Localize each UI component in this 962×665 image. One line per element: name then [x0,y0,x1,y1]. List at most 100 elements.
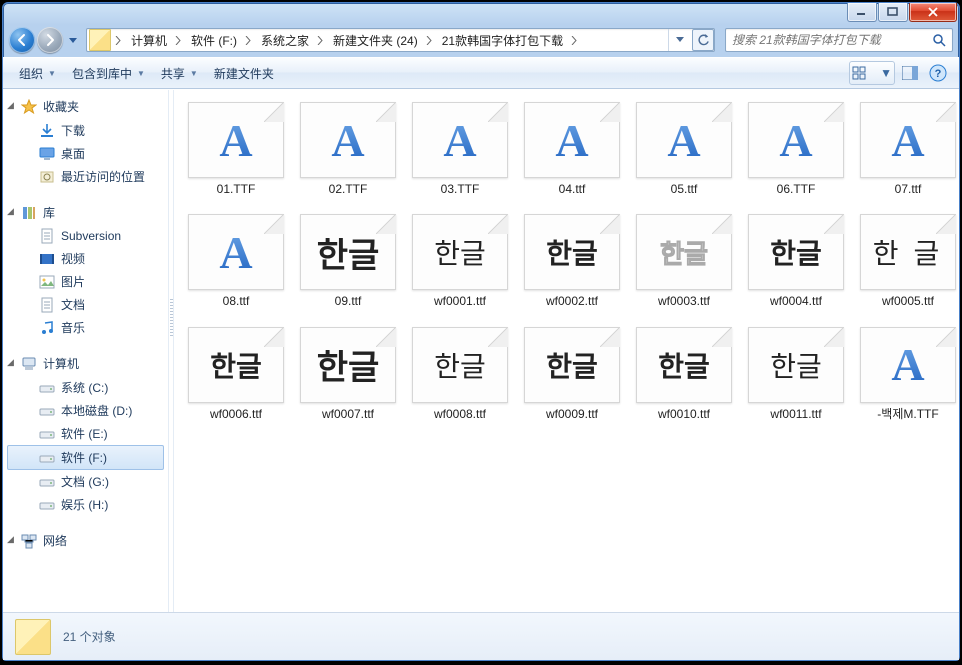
file-item[interactable]: A05.ttf [630,102,738,196]
file-item[interactable]: 한글wf0011.ttf [742,327,850,421]
font-glyph: A [219,114,252,167]
file-item[interactable]: 한글wf0004.ttf [742,214,850,308]
file-item[interactable]: A03.TTF [406,102,514,196]
titlebar[interactable] [3,3,959,23]
search-input[interactable] [726,33,926,47]
file-name: wf0006.ttf [210,407,262,421]
sidebar-item[interactable]: 本地磁盘 (D:) [3,399,168,422]
address-bar[interactable]: 计算机软件 (F:) 系统之家新建文件夹 (24) 21款韩国字体打包下载 [86,28,715,52]
file-thumbnail: A [636,102,732,178]
doc-icon [39,228,55,244]
file-item[interactable]: A06.TTF [742,102,850,196]
sidebar-item[interactable]: 软件 (F:) [7,445,164,470]
chevron-right-icon[interactable] [111,29,125,51]
back-button[interactable] [9,27,35,53]
new-folder-button[interactable]: 新建文件夹 [206,61,282,86]
sidebar-item[interactable]: 下载 [3,119,168,142]
navbar: 计算机软件 (F:) 系统之家新建文件夹 (24) 21款韩国字体打包下载 [3,23,959,57]
file-item[interactable]: 한글wf0002.ttf [518,214,626,308]
sidebar-header-label: 计算机 [43,355,79,372]
file-pane[interactable]: A01.TTFA02.TTFA03.TTFA04.ttfA05.ttfA06.T… [174,90,959,612]
file-item[interactable]: A-백제M.TTF [854,327,959,421]
font-glyph: A [667,114,700,167]
chevron-right-icon[interactable] [241,29,255,51]
maximize-button[interactable] [878,3,908,22]
sidebar-header-libraries[interactable]: ◢库 [3,202,168,225]
sidebar-header-favorites[interactable]: ◢收藏夹 [3,96,168,119]
file-item[interactable]: A04.ttf [518,102,626,196]
breadcrumb-segment[interactable]: 计算机 [125,29,171,51]
organize-menu[interactable]: 组织▼ [11,61,64,86]
sidebar-item-label: 软件 (E:) [61,425,108,442]
nav-buttons [9,25,82,55]
folder-icon [15,619,51,655]
minimize-button[interactable] [847,3,877,22]
sidebar-item[interactable]: 音乐 [3,316,168,339]
nav-history-dropdown[interactable] [67,34,79,48]
search-icon[interactable] [926,29,952,51]
chevron-right-icon[interactable] [313,29,327,51]
drive-icon [39,403,55,419]
sidebar-header-computer[interactable]: ◢计算机 [3,353,168,376]
file-thumbnail: 한글 [300,214,396,290]
sidebar-item[interactable]: Subversion [3,225,168,247]
sidebar-item[interactable]: 图片 [3,270,168,293]
breadcrumb-segment[interactable]: 21款韩国字体打包下载 [436,29,567,51]
search-box[interactable] [725,28,953,52]
chevron-right-icon[interactable] [422,29,436,51]
sidebar-item[interactable]: 桌面 [3,142,168,165]
sidebar-item[interactable]: 最近访问的位置 [3,165,168,188]
file-thumbnail: 한글 [524,327,620,403]
sidebar-item[interactable]: 娱乐 (H:) [3,493,168,516]
breadcrumb-segment[interactable]: 软件 (F:) [185,29,241,51]
file-item[interactable]: A07.ttf [854,102,959,196]
help-button[interactable]: ? [925,61,951,85]
file-item[interactable]: 한글09.ttf [294,214,402,308]
sidebar-item[interactable]: 系统 (C:) [3,376,168,399]
view-mode-button[interactable]: ▼ [849,61,895,85]
star-icon [21,99,37,115]
file-item[interactable]: 한 글wf0005.ttf [854,214,959,308]
file-item[interactable]: 한글wf0008.ttf [406,327,514,421]
splitter[interactable] [168,90,174,612]
sidebar-header-label: 网络 [43,532,67,549]
include-in-library-menu[interactable]: 包含到库中▼ [64,61,153,86]
file-item[interactable]: 한글wf0003.ttf [630,214,738,308]
file-item[interactable]: 한글wf0006.ttf [182,327,290,421]
sidebar-item-label: 最近访问的位置 [61,168,145,185]
sidebar-item[interactable]: 软件 (E:) [3,422,168,445]
breadcrumb-segment[interactable]: 新建文件夹 (24) [327,29,422,51]
sidebar-item[interactable]: 文档 (G:) [3,470,168,493]
close-button[interactable] [909,3,957,22]
file-item[interactable]: A01.TTF [182,102,290,196]
file-item[interactable]: A02.TTF [294,102,402,196]
share-menu[interactable]: 共享▼ [153,61,206,86]
chevron-right-icon[interactable] [171,29,185,51]
explorer-window: 计算机软件 (F:)系统之家新建文件夹 (24)21款韩国字体打包下载 组织▼ … [2,2,960,661]
doc-icon [39,297,55,313]
file-name: 03.TTF [441,182,480,196]
preview-pane-button[interactable] [897,61,923,85]
address-dropdown[interactable] [668,29,690,51]
refresh-button[interactable] [692,29,714,51]
drive-icon [39,474,55,490]
file-thumbnail: 한글 [412,214,508,290]
font-glyph: 한글 [660,234,708,271]
file-thumbnail: 한글 [524,214,620,290]
sidebar-item-label: 视频 [61,250,85,267]
sidebar-header-label: 收藏夹 [43,98,79,115]
file-item[interactable]: 한글wf0010.ttf [630,327,738,421]
svg-text:?: ? [935,68,942,80]
folder-icon [89,29,111,51]
file-item[interactable]: A08.ttf [182,214,290,308]
sidebar-item[interactable]: 视频 [3,247,168,270]
sidebar-header-network[interactable]: ◢网络 [3,530,168,553]
file-item[interactable]: 한글wf0007.ttf [294,327,402,421]
file-name: wf0008.ttf [434,407,486,421]
forward-button[interactable] [37,27,63,53]
sidebar-item[interactable]: 文档 [3,293,168,316]
chevron-right-icon[interactable] [567,29,581,51]
breadcrumb-segment[interactable]: 系统之家 [255,29,313,51]
file-item[interactable]: 한글wf0001.ttf [406,214,514,308]
file-item[interactable]: 한글wf0009.ttf [518,327,626,421]
